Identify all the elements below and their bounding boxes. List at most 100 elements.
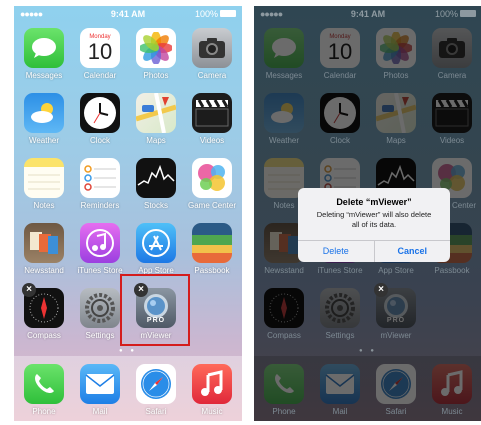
home-screen-delete-dialog: ●●●●● 9:41 AM 100% ● ● Messages Monday 10 C… — [254, 6, 481, 421]
app-newsstand[interactable]: Newsstand — [18, 223, 70, 275]
app-passbook[interactable]: Passbook — [186, 223, 238, 275]
app-store-icon — [136, 223, 176, 263]
cancel-button[interactable]: Cancel — [373, 241, 451, 262]
app-label: Messages — [25, 71, 63, 80]
battery-percent: 100% — [434, 9, 458, 19]
app-label: Reminders — [80, 201, 120, 210]
app-calendar[interactable]: Monday 10 Calendar — [314, 28, 366, 80]
dialog-message-line: all of its data. — [351, 220, 397, 229]
app-label: App Store — [378, 266, 414, 275]
app-mail[interactable]: Mail — [74, 364, 126, 416]
app-game-center[interactable]: Game Center — [186, 158, 238, 210]
app-camera[interactable]: Camera — [186, 28, 238, 80]
game-center-icon — [192, 158, 232, 198]
clock-icon — [80, 93, 120, 133]
app-settings[interactable]: Settings — [74, 288, 126, 340]
app-maps[interactable]: Maps — [370, 93, 422, 145]
app-photos[interactable]: Photos — [130, 28, 182, 80]
app-maps[interactable]: Maps — [130, 93, 182, 145]
camera-icon — [192, 28, 232, 68]
app-label: Safari — [385, 407, 407, 416]
videos-icon — [192, 93, 232, 133]
app-messages[interactable]: Messages — [258, 28, 310, 80]
app-label: Settings — [325, 331, 355, 340]
app-label: Messages — [265, 71, 303, 80]
dialog-message-line: Deleting “mViewer” will also delete — [316, 210, 432, 219]
app-settings[interactable]: Settings — [314, 288, 366, 340]
app-mail[interactable]: Mail — [314, 364, 366, 416]
delete-app-button[interactable]: × — [22, 283, 36, 297]
battery-percent: 100% — [194, 9, 218, 19]
app-clock[interactable]: Clock — [74, 93, 126, 145]
app-label: Clock — [89, 136, 110, 145]
mviewer-highlight-box — [120, 274, 190, 346]
dialog-message: Deleting “mViewer” will also delete all … — [298, 210, 450, 230]
app-messages[interactable]: Messages — [18, 28, 70, 80]
battery-icon — [220, 10, 236, 17]
app-notes[interactable]: Notes — [18, 158, 70, 210]
dialog-title: Delete “mViewer” — [336, 197, 412, 207]
app-compass[interactable]: Compass — [258, 288, 310, 340]
app-itunes-store[interactable]: iTunes Store — [74, 223, 126, 275]
app-label: Newsstand — [24, 266, 64, 275]
app-weather[interactable]: Weather — [18, 93, 70, 145]
delete-button[interactable]: Delete — [298, 241, 374, 262]
app-app-store[interactable]: App Store — [130, 223, 182, 275]
videos-icon — [432, 93, 472, 133]
app-label: Music — [441, 407, 463, 416]
calendar-icon: Monday 10 — [80, 28, 120, 68]
app-label: Notes — [33, 201, 55, 210]
status-bar: ●●●●● 9:41 AM 100% — [254, 6, 481, 22]
app-label: Mail — [332, 407, 348, 416]
app-photos[interactable]: Photos — [370, 28, 422, 80]
maps-icon — [136, 93, 176, 133]
app-phone[interactable]: Phone — [18, 364, 70, 416]
reminders-icon — [80, 158, 120, 198]
app-label: Camera — [197, 71, 227, 80]
app-label: Photos — [143, 71, 169, 80]
calendar-day: 10 — [87, 39, 113, 64]
app-music[interactable]: Music — [426, 364, 478, 416]
app-safari[interactable]: Safari — [130, 364, 182, 416]
app-label: iTunes Store — [77, 266, 123, 275]
settings-icon — [320, 288, 360, 328]
compass-icon — [264, 288, 304, 328]
app-label: Videos — [439, 136, 465, 145]
calendar-day: 10 — [327, 39, 353, 64]
app-mviewer[interactable]: PRO × mViewer — [370, 283, 422, 340]
delete-app-button[interactable]: × — [374, 283, 388, 297]
app-label: Compass — [27, 331, 61, 340]
app-label: Compass — [267, 331, 301, 340]
mail-icon — [80, 364, 120, 404]
app-label: Stocks — [143, 201, 168, 210]
app-label: Game Center — [187, 201, 237, 210]
photos-icon — [136, 28, 176, 68]
app-weather[interactable]: Weather — [258, 93, 310, 145]
app-reminders[interactable]: Reminders — [74, 158, 126, 210]
app-compass[interactable]: × Compass — [18, 283, 70, 340]
home-screen-editing: ●●●●● 9:41 AM 100% ● ● Messages Monday 10 C… — [14, 6, 242, 421]
app-label: Calendar — [323, 71, 357, 80]
app-music[interactable]: Music — [186, 364, 238, 416]
app-videos[interactable]: Videos — [426, 93, 478, 145]
app-safari[interactable]: Safari — [370, 364, 422, 416]
camera-icon — [432, 28, 472, 68]
app-phone[interactable]: Phone — [258, 364, 310, 416]
app-label: Photos — [383, 71, 409, 80]
app-label: Mail — [92, 407, 108, 416]
app-label: Settings — [85, 331, 115, 340]
app-stocks[interactable]: Stocks — [130, 158, 182, 210]
mail-icon — [320, 364, 360, 404]
safari-icon — [376, 364, 416, 404]
photos-icon — [376, 28, 416, 68]
app-label: Weather — [28, 136, 60, 145]
app-label: Videos — [199, 136, 225, 145]
dialog-buttons: Delete Cancel — [298, 240, 450, 262]
music-icon — [432, 364, 472, 404]
app-clock[interactable]: Clock — [314, 93, 366, 145]
app-calendar[interactable]: Monday 10 Calendar — [74, 28, 126, 80]
app-camera[interactable]: Camera — [426, 28, 478, 80]
notes-icon — [24, 158, 64, 198]
app-label: Phone — [272, 407, 296, 416]
app-videos[interactable]: Videos — [186, 93, 238, 145]
